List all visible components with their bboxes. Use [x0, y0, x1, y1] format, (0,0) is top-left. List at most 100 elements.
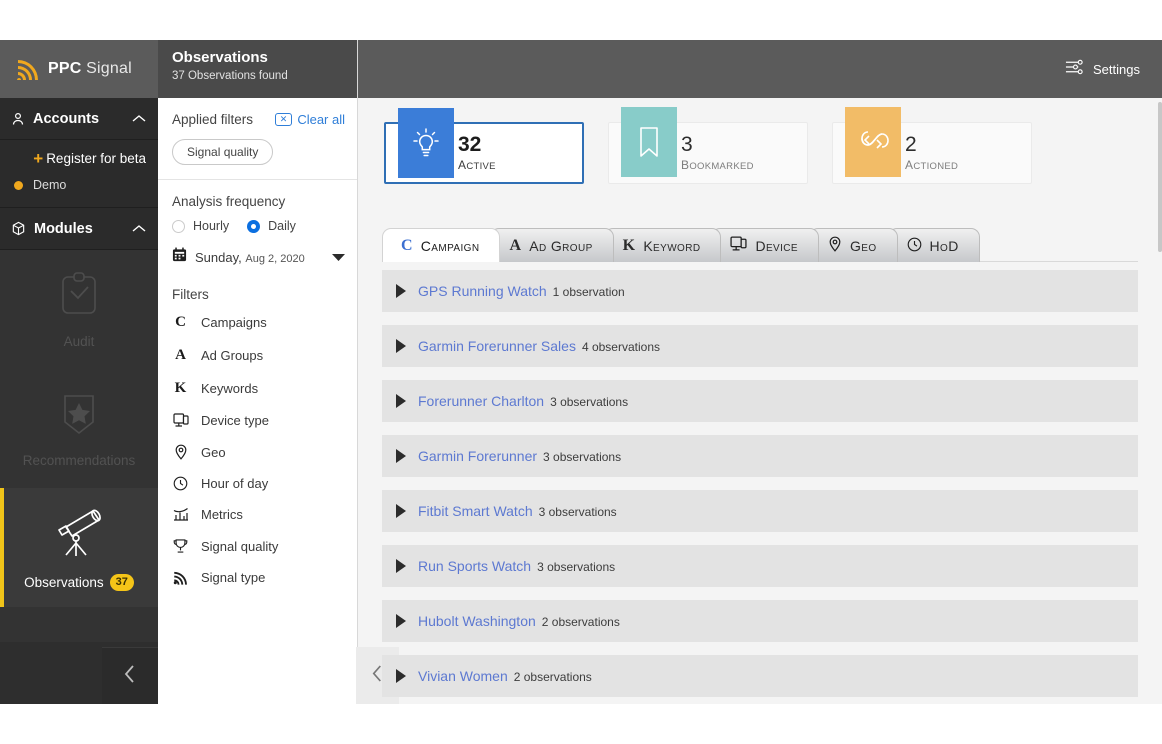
filter-chip-signal-quality[interactable]: Signal quality — [172, 139, 274, 165]
observation-row-name[interactable]: GPS Running Watch — [418, 283, 547, 299]
device-icon — [730, 236, 748, 255]
clear-all-button[interactable]: ✕ Clear all — [274, 112, 345, 127]
sidebar-item-audit[interactable]: Audit — [0, 250, 158, 369]
tab-hod-label: HoD — [929, 237, 959, 254]
triangle-right-icon[interactable] — [396, 614, 406, 628]
tab-ad-group[interactable]: A Ad Group — [490, 228, 614, 262]
register-for-beta-button[interactable]: + Register for beta — [0, 146, 158, 173]
tab-geo-label: Geo — [849, 237, 877, 254]
observation-row[interactable]: Hubolt Washington 2 observations — [382, 600, 1138, 642]
radio-daily-label: Daily — [268, 219, 296, 233]
triangle-right-icon[interactable] — [396, 669, 406, 683]
adgroup-a-icon: A — [509, 236, 522, 254]
status-card-active-caption: ACTIVE — [458, 158, 496, 172]
tab-keyword[interactable]: K Keyword — [603, 228, 722, 262]
filters-panel-footer — [158, 646, 399, 704]
star-bookmark-icon — [55, 390, 103, 443]
bookmark-icon — [621, 107, 677, 177]
analysis-frequency-label: Analysis frequency — [172, 194, 286, 209]
observation-row-name[interactable]: Hubolt Washington — [418, 613, 536, 629]
status-card-bookmarked-caption: BOOKMARKED — [681, 158, 754, 172]
date-picker[interactable]: Sunday, Aug 2, 2020 — [158, 243, 357, 271]
observations-title-block: Observations 37 Observations found — [158, 40, 357, 98]
observation-row[interactable]: GPS Running Watch 1 observation — [382, 270, 1138, 312]
status-card-bookmarked[interactable]: 3 BOOKMARKED — [608, 107, 808, 184]
observation-row[interactable]: Garmin Forerunner Sales 4 observations — [382, 325, 1138, 367]
cap-rest: CTIONED — [913, 161, 959, 172]
triangle-right-icon[interactable] — [396, 284, 406, 298]
status-card-active-text: 32 ACTIVE — [458, 134, 496, 173]
brand-logo-area[interactable]: PPC Signal — [0, 40, 158, 98]
observation-row[interactable]: Vivian Women 2 observations — [382, 655, 1138, 697]
radio-daily[interactable] — [247, 219, 261, 233]
filter-item-campaigns[interactable]: C Campaigns — [158, 306, 357, 339]
account-item-demo[interactable]: Demo — [0, 173, 158, 197]
observation-row[interactable]: Run Sports Watch 3 observations — [382, 545, 1138, 587]
sidebar-item-observations[interactable]: Observations 37 — [0, 488, 158, 607]
filter-item-signal-type-label: Signal type — [201, 570, 266, 585]
tab-device-label: Device — [755, 237, 798, 254]
caret-down-icon[interactable] — [332, 248, 345, 266]
brand-title: PPC Signal — [48, 60, 132, 78]
observation-row-count: 2 observations — [541, 615, 620, 629]
observation-row-name[interactable]: Fitbit Smart Watch — [418, 503, 533, 519]
radio-hourly[interactable] — [172, 219, 185, 233]
action-loop-icon — [845, 107, 901, 177]
status-card-active[interactable]: 32 ACTIVE — [384, 108, 584, 184]
observation-row-text: Run Sports Watch 3 observations — [418, 558, 615, 574]
status-card-actioned[interactable]: 2 ACTIONED — [832, 107, 1032, 184]
filter-item-signal-type[interactable]: Signal type — [158, 562, 357, 593]
clipboard-check-icon — [57, 271, 101, 324]
tab-campaign[interactable]: C Campaign — [382, 228, 501, 262]
triangle-right-icon[interactable] — [396, 339, 406, 353]
chevron-up-icon[interactable] — [132, 224, 146, 233]
filter-item-hour-of-day[interactable]: Hour of day — [158, 468, 357, 499]
filter-item-keywords[interactable]: K Keywords — [158, 372, 357, 405]
scrollbar-thumb[interactable] — [1158, 102, 1162, 252]
observation-row-name[interactable]: Vivian Women — [418, 668, 508, 684]
observation-row[interactable]: Fitbit Smart Watch 3 observations — [382, 490, 1138, 532]
entity-tabs: C Campaign A Ad Group K Keyword Device G… — [358, 184, 1162, 262]
main-scrollbar[interactable] — [1158, 98, 1162, 704]
triangle-right-icon[interactable] — [396, 559, 406, 573]
triangle-right-icon[interactable] — [396, 449, 406, 463]
keyword-k-icon: K — [174, 380, 187, 396]
observation-row-name[interactable]: Forerunner Charlton — [418, 393, 544, 409]
status-card-actioned-caption: ACTIONED — [905, 158, 958, 172]
sidebar-section-accounts[interactable]: Accounts — [0, 98, 158, 140]
date-value: Sunday, Aug 2, 2020 — [195, 250, 305, 265]
clear-all-label: Clear all — [297, 112, 345, 127]
cube-icon — [11, 221, 26, 236]
observation-row[interactable]: Forerunner Charlton 3 observations — [382, 380, 1138, 422]
applied-filters-header: Applied filters ✕ Clear all — [172, 112, 345, 127]
filter-item-device-type[interactable]: Device type — [158, 405, 357, 436]
top-bar: Settings — [358, 40, 1162, 98]
sidebar-item-audit-label: Audit — [63, 333, 95, 349]
settings-button[interactable]: Settings — [1093, 62, 1140, 77]
filter-item-signal-quality[interactable]: Signal quality — [158, 530, 357, 562]
tab-hod[interactable]: HoD — [887, 228, 980, 262]
status-cards: 32 ACTIVE 3 BOOKMARKED 2 ACTIONED — [358, 98, 1162, 184]
observation-row-name[interactable]: Garmin Forerunner Sales — [418, 338, 576, 354]
sidebar-section-modules[interactable]: Modules — [0, 208, 158, 250]
triangle-right-icon[interactable] — [396, 504, 406, 518]
triangle-right-icon[interactable] — [396, 394, 406, 408]
account-name-label: Demo — [33, 178, 67, 192]
chevron-up-icon[interactable] — [132, 114, 146, 123]
rss-signal-icon — [16, 58, 40, 80]
filter-item-geo[interactable]: Geo — [158, 436, 357, 468]
observation-row-text: Forerunner Charlton 3 observations — [418, 393, 628, 409]
filter-item-ad-groups[interactable]: A Ad Groups — [158, 339, 357, 372]
observation-row-name[interactable]: Garmin Forerunner — [418, 448, 537, 464]
observation-row-name[interactable]: Run Sports Watch — [418, 558, 531, 574]
tab-geo[interactable]: Geo — [808, 228, 898, 262]
tab-device[interactable]: Device — [711, 228, 819, 262]
tab-keyword-label: Keyword — [643, 237, 701, 254]
observation-row[interactable]: Garmin Forerunner 3 observations — [382, 435, 1138, 477]
sidebar-collapse-button[interactable] — [102, 647, 158, 704]
sliders-icon[interactable] — [1065, 59, 1084, 80]
chevron-left-icon — [122, 663, 138, 690]
filter-item-metrics[interactable]: Metrics — [158, 499, 357, 530]
radio-hourly-label: Hourly — [193, 219, 230, 233]
sidebar-item-recommendations[interactable]: Recommendations — [0, 369, 158, 488]
